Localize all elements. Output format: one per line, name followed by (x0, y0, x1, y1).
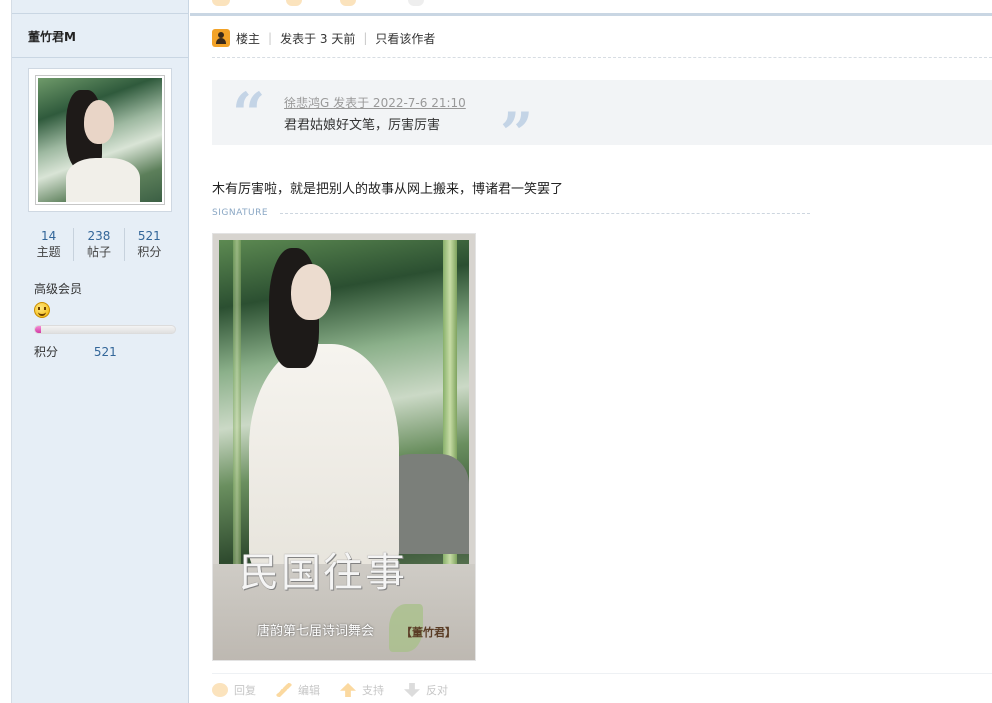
score-label: 积分 (34, 345, 59, 359)
reply-text: 木有厉害啦，就是把别人的故事从网上搬来，博诸君一笑罢了 (212, 182, 564, 197)
stat-threads-label: 主题 (36, 245, 61, 259)
signature-seal: 【董竹君】 (401, 626, 456, 639)
avatar-frame (28, 68, 172, 212)
support-button[interactable]: 支持 (340, 682, 384, 698)
stat-points[interactable]: 521 积分 (125, 228, 174, 261)
thread-starter-icon (212, 29, 230, 47)
post-main: 楼主 | 发表于 3 天前 | 只看该作者 “ 徐悲鸿G 发表于 2022-7-… (190, 0, 992, 703)
quote-block: “ 徐悲鸿G 发表于 2022-7-6 21:10 君君姑娘好文笔，厉害厉害 ” (212, 80, 992, 163)
signature-title: 民国往事 (239, 550, 407, 596)
author-username[interactable]: 董竹君M (12, 14, 188, 58)
smiley-icon (34, 302, 50, 318)
author-stats: 14 主题 238 帖子 521 积分 (24, 228, 174, 261)
avatar-face (84, 100, 114, 144)
oppose-label: 反对 (426, 684, 448, 697)
stat-points-count[interactable]: 521 (125, 228, 174, 244)
previous-post-action-strip (190, 0, 992, 16)
author-sidebar: 董竹君M 14 主题 238 帖子 521 积分 高级会员 积分 521 (12, 0, 189, 703)
score-value: 521 (93, 345, 117, 359)
signature-divider (280, 213, 810, 214)
stat-threads[interactable]: 14 主题 (24, 228, 75, 261)
reply-button[interactable]: 回复 (212, 682, 256, 698)
avatar-dress (66, 158, 140, 202)
stat-threads-count[interactable]: 14 (24, 228, 73, 244)
left-gutter (0, 0, 12, 703)
forum-post-page: 董竹君M 14 主题 238 帖子 521 积分 高级会员 积分 521 楼主 … (0, 0, 992, 703)
action-divider (212, 673, 992, 674)
close-quote-icon: ” (500, 100, 534, 168)
level-progress-bar (34, 325, 176, 334)
signature-subtitle: 唐韵第七届诗词舞会 (257, 624, 375, 639)
reply-icon (212, 683, 228, 697)
quote-text: 君君姑娘好文笔，厉害厉害 (284, 118, 441, 133)
author-role: 楼主 (236, 31, 261, 46)
open-quote-icon: “ (232, 80, 266, 148)
signature-label: SIGNATURE (212, 208, 269, 218)
separator: | (363, 31, 368, 45)
sidebar-top-strip (12, 0, 188, 14)
oppose-button[interactable]: 反对 (404, 682, 448, 698)
edit-icon (276, 683, 292, 697)
only-author-link[interactable]: 只看该作者 (375, 30, 435, 47)
support-label: 支持 (362, 684, 384, 697)
faded-edit-icon (286, 0, 302, 6)
stat-posts-count[interactable]: 238 (74, 228, 123, 244)
faded-down-icon (408, 0, 424, 6)
faded-up-icon (340, 0, 356, 6)
avatar[interactable] (36, 76, 164, 204)
post-time: 发表于 3 天前 (280, 31, 356, 46)
figure-face (291, 264, 331, 320)
reply-label: 回复 (234, 684, 256, 697)
post-action-bar: 回复 编辑 支持 反对 (212, 682, 448, 698)
level-progress-fill (35, 326, 41, 333)
edit-label: 编辑 (298, 684, 320, 697)
stat-posts[interactable]: 238 帖子 (74, 228, 125, 261)
faded-reply-icon (212, 0, 230, 6)
edit-button[interactable]: 编辑 (276, 682, 320, 698)
stat-posts-label: 帖子 (86, 245, 111, 259)
score-row: 积分 521 (34, 343, 117, 360)
bamboo-stalk (233, 240, 241, 576)
thumbs-up-icon (340, 683, 356, 697)
user-group[interactable]: 高级会员 (34, 280, 82, 297)
divider (212, 57, 992, 58)
post-author-line: 楼主 | 发表于 3 天前 | 只看该作者 (212, 29, 435, 47)
quote-meta-link[interactable]: 徐悲鸿G 发表于 2022-7-6 21:10 (284, 94, 466, 111)
thumbs-down-icon (404, 683, 420, 697)
signature-image: 民国往事 唐韵第七届诗词舞会 【董竹君】 (212, 233, 476, 661)
stat-points-label: 积分 (137, 245, 162, 259)
separator: | (268, 31, 273, 45)
